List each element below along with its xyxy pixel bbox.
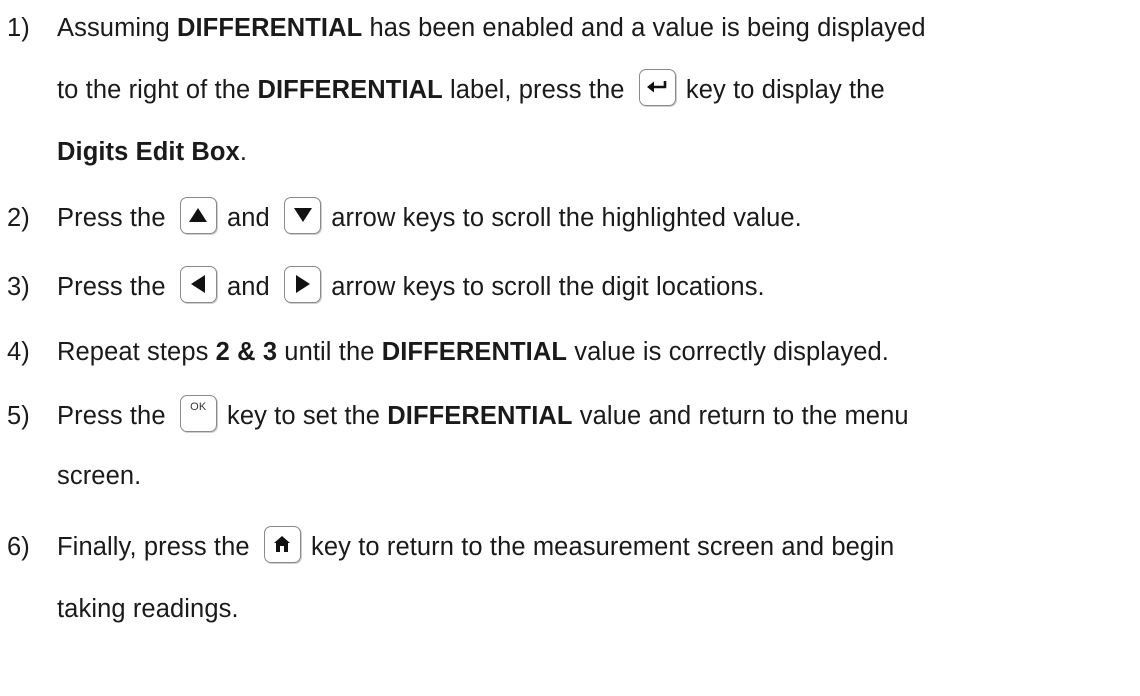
down-arrow-icon <box>284 196 322 234</box>
enter-key-icon <box>638 68 676 106</box>
step-number: 4) <box>7 337 30 366</box>
home-icon <box>263 525 301 563</box>
step-number: 6) <box>7 532 30 561</box>
step-number: 3) <box>7 272 30 301</box>
instruction-list: 1) Assuming DIFFERENTIAL has been enable… <box>7 13 926 623</box>
step-number: 2) <box>7 203 30 232</box>
step-number: 5) <box>7 401 30 430</box>
ok-key-icon: OK <box>179 394 217 432</box>
left-arrow-icon <box>179 265 217 303</box>
step-number: 1) <box>7 13 30 42</box>
right-arrow-icon <box>284 265 322 303</box>
up-arrow-icon <box>179 196 217 234</box>
